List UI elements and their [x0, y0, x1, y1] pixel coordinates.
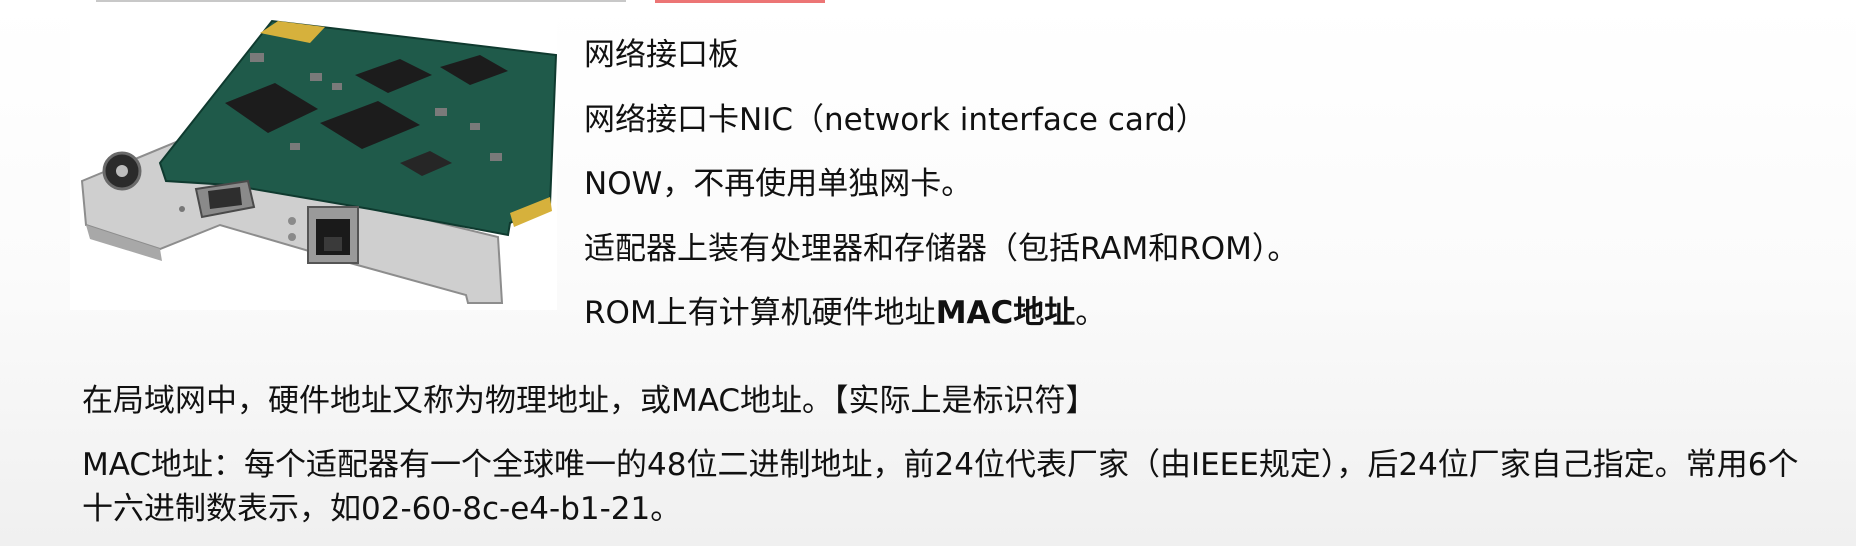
card-line: NOW，不再使用单独网卡。 [584, 166, 973, 202]
mac-address-term: MAC地址 [935, 295, 1076, 331]
card-line: ROM上有计算机硬件地址MAC地址。 [584, 295, 1107, 331]
network-interface-card-illustration [80, 19, 557, 304]
hardware-address-paragraph: 在局域网中，硬件地址又称为物理地址，或MAC地址。【实际上是标识符】 [82, 383, 1097, 419]
top-cropped-text-strip [0, 0, 1856, 5]
card-line: 网络接口卡NIC（network interface card） [584, 101, 1207, 138]
mac-address-paragraph: MAC地址：每个适配器有一个全球唯一的48位二进制地址，前24位代表厂家（由IE… [82, 447, 1799, 527]
card-line: 网络接口板 [584, 37, 739, 73]
card-description-list: 网络接口板 网络接口卡NIC（network interface card） N… [584, 28, 1298, 351]
card-line: 适配器上装有处理器和存储器（包括RAM和ROM）。 [584, 230, 1299, 267]
network-card-image [70, 13, 557, 310]
